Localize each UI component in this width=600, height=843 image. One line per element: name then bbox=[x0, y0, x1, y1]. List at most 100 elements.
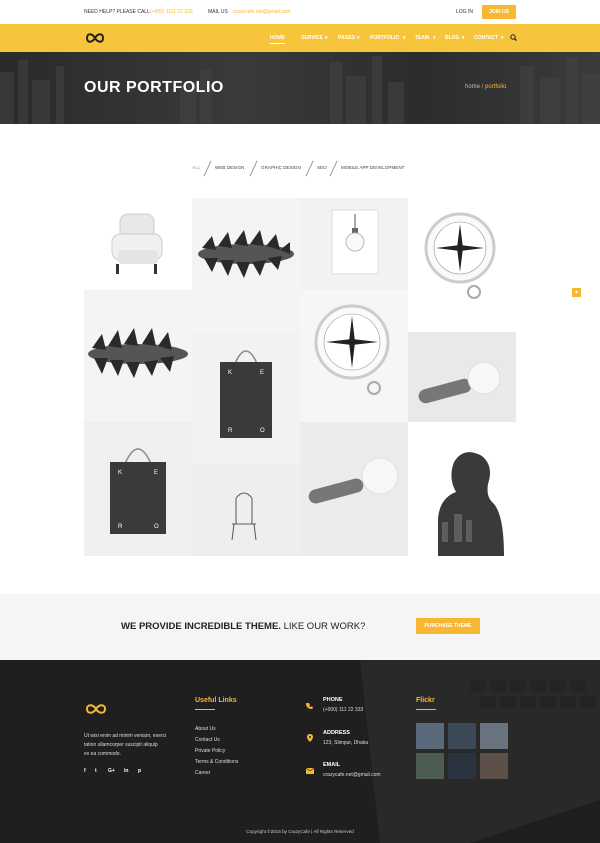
chevron-down-icon: ▾ bbox=[501, 35, 504, 41]
portfolio-item[interactable] bbox=[300, 290, 408, 422]
footer-link-contact[interactable]: Contact Us bbox=[195, 737, 220, 743]
footer-logo-icon[interactable] bbox=[84, 702, 108, 716]
portfolio-item[interactable] bbox=[84, 198, 192, 290]
footer-about-line: Ut wisi enim ad minim veniam, exerci bbox=[84, 733, 167, 739]
chevron-down-icon: ▾ bbox=[403, 35, 406, 41]
portfolio-item[interactable] bbox=[192, 198, 300, 332]
login-link[interactable]: LOG IN bbox=[456, 9, 473, 15]
svg-text:R: R bbox=[118, 524, 123, 530]
nav-service[interactable]: SERVICE bbox=[301, 35, 323, 41]
address-heading: ADDRESS bbox=[323, 730, 350, 736]
portfolio-item[interactable] bbox=[408, 198, 516, 332]
portrait-image bbox=[438, 452, 504, 556]
copyright: Copyright ©2016 by CrazyCafe | All Right… bbox=[246, 829, 354, 834]
portfolio-item[interactable] bbox=[408, 332, 516, 422]
chair-image bbox=[231, 492, 257, 541]
footer-about-line: tation ullamcorper suscipit aliquip bbox=[84, 742, 158, 748]
phone-link[interactable]: (+000) 1111 22 333 bbox=[150, 9, 193, 15]
pine-cone-image bbox=[88, 328, 188, 378]
pine-cone-image bbox=[198, 230, 294, 278]
flickr-photo[interactable] bbox=[448, 753, 476, 779]
phone-icon bbox=[306, 703, 313, 709]
filter-mobile-app[interactable]: MOBILE APP DEVELOPMENT bbox=[341, 165, 404, 170]
svg-text:E: E bbox=[260, 370, 264, 376]
nav-portfolio[interactable]: PORTFOLIO bbox=[370, 35, 399, 41]
flickr-photo[interactable] bbox=[480, 753, 508, 779]
tote-bag-image: K E R O bbox=[220, 350, 272, 438]
light-bulb-image bbox=[331, 209, 379, 275]
nav-home[interactable]: HOME bbox=[270, 35, 285, 44]
breadcrumb: home / portfolio bbox=[465, 84, 507, 90]
search-icon[interactable] bbox=[510, 34, 517, 41]
breadcrumb-home[interactable]: home bbox=[465, 84, 480, 90]
footer-link-terms[interactable]: Terms & Conditions bbox=[195, 759, 238, 765]
chevron-down-icon: ▾ bbox=[462, 35, 465, 41]
flickr-title: Flickr bbox=[416, 697, 435, 704]
footer-link-career[interactable]: Career bbox=[195, 770, 210, 776]
flickr-photo[interactable] bbox=[416, 723, 444, 749]
chevron-down-icon: ▾ bbox=[357, 35, 360, 41]
pinterest-icon[interactable]: p bbox=[138, 768, 141, 774]
breadcrumb-current: portfolio bbox=[485, 84, 507, 90]
lamp-image bbox=[418, 361, 501, 404]
email-icon bbox=[306, 768, 314, 774]
svg-text:K: K bbox=[118, 470, 122, 476]
phone-heading: PHONE bbox=[323, 697, 343, 703]
linkedin-icon[interactable]: in bbox=[124, 768, 128, 774]
armchair-image bbox=[111, 213, 163, 274]
portfolio-item[interactable] bbox=[408, 422, 516, 556]
purchase-theme-button[interactable]: PURCHASE THEME bbox=[416, 618, 480, 634]
google-plus-icon[interactable]: G+ bbox=[108, 768, 115, 774]
filter-all[interactable]: ALL bbox=[192, 165, 200, 170]
divider bbox=[195, 709, 215, 710]
footer-address: 123, Slimpur, Dhaka bbox=[323, 740, 369, 746]
portfolio-item[interactable] bbox=[300, 198, 408, 290]
cta-text: WE PROVIDE INCREDIBLE THEME. LIKE OUR WO… bbox=[121, 621, 366, 632]
svg-text:O: O bbox=[154, 524, 159, 530]
top-bar: NEED HELP? PLEASE CALL (+000) 1111 22 33… bbox=[0, 0, 600, 24]
footer-link-about[interactable]: About Us bbox=[195, 726, 216, 732]
flickr-photo[interactable] bbox=[416, 753, 444, 779]
lamp-image bbox=[308, 457, 399, 504]
scroll-top-button[interactable]: ▴ bbox=[572, 288, 581, 297]
filter-web-design[interactable]: WEB DESIGN bbox=[215, 165, 244, 170]
compass-image bbox=[424, 212, 496, 299]
join-button[interactable]: JOIN US bbox=[482, 5, 516, 19]
flickr-photo[interactable] bbox=[448, 723, 476, 749]
useful-links-title: Useful Links bbox=[195, 697, 237, 704]
chevron-down-icon: ▾ bbox=[325, 35, 328, 41]
nav-blog[interactable]: BLOG bbox=[445, 35, 459, 41]
svg-text:K: K bbox=[228, 370, 232, 376]
filter-seo[interactable]: SEO bbox=[317, 165, 327, 170]
twitter-icon[interactable]: t bbox=[95, 768, 97, 774]
page-title: OUR PORTFOLIO bbox=[84, 79, 224, 96]
help-label: NEED HELP? PLEASE CALL bbox=[84, 9, 150, 15]
flickr-photo[interactable] bbox=[480, 723, 508, 749]
footer-about-line: ex ea commodo. bbox=[84, 751, 121, 757]
footer-phone: (+000) 111 22 333 bbox=[323, 707, 364, 713]
portfolio-filters: ALL WEB DESIGN GRAPHIC DESIGN SEO MOBILE… bbox=[0, 165, 600, 175]
svg-text:E: E bbox=[154, 470, 158, 476]
logo-icon[interactable] bbox=[84, 31, 106, 45]
divider bbox=[416, 709, 436, 710]
portfolio-item[interactable] bbox=[84, 290, 192, 422]
tote-bag-image: K E R O bbox=[110, 448, 166, 534]
footer-email[interactable]: crazycafe.net@gmail.com bbox=[323, 772, 381, 778]
compass-image bbox=[314, 304, 390, 395]
portfolio-item[interactable]: K E R O bbox=[84, 422, 192, 556]
location-icon bbox=[307, 734, 313, 742]
nav-team[interactable]: TEAM bbox=[415, 35, 429, 41]
svg-text:O: O bbox=[260, 428, 265, 434]
filter-graphic-design[interactable]: GRAPHIC DESIGN bbox=[261, 165, 301, 170]
footer-link-privacy[interactable]: Private Policy bbox=[195, 748, 225, 754]
nav-pages[interactable]: PAGES bbox=[338, 35, 355, 41]
mail-label: MAIL US bbox=[208, 9, 228, 15]
portfolio-item[interactable] bbox=[300, 422, 408, 556]
email-link[interactable]: crazycafe.net@gmail.com bbox=[233, 9, 291, 15]
portfolio-item[interactable] bbox=[192, 464, 300, 556]
facebook-icon[interactable]: f bbox=[84, 768, 86, 774]
svg-text:R: R bbox=[228, 428, 233, 434]
portfolio-item[interactable]: K E R O bbox=[192, 332, 300, 464]
nav-contact[interactable]: CONTACT bbox=[474, 35, 498, 41]
portfolio-grid: K E R O K E R O bbox=[84, 198, 516, 556]
